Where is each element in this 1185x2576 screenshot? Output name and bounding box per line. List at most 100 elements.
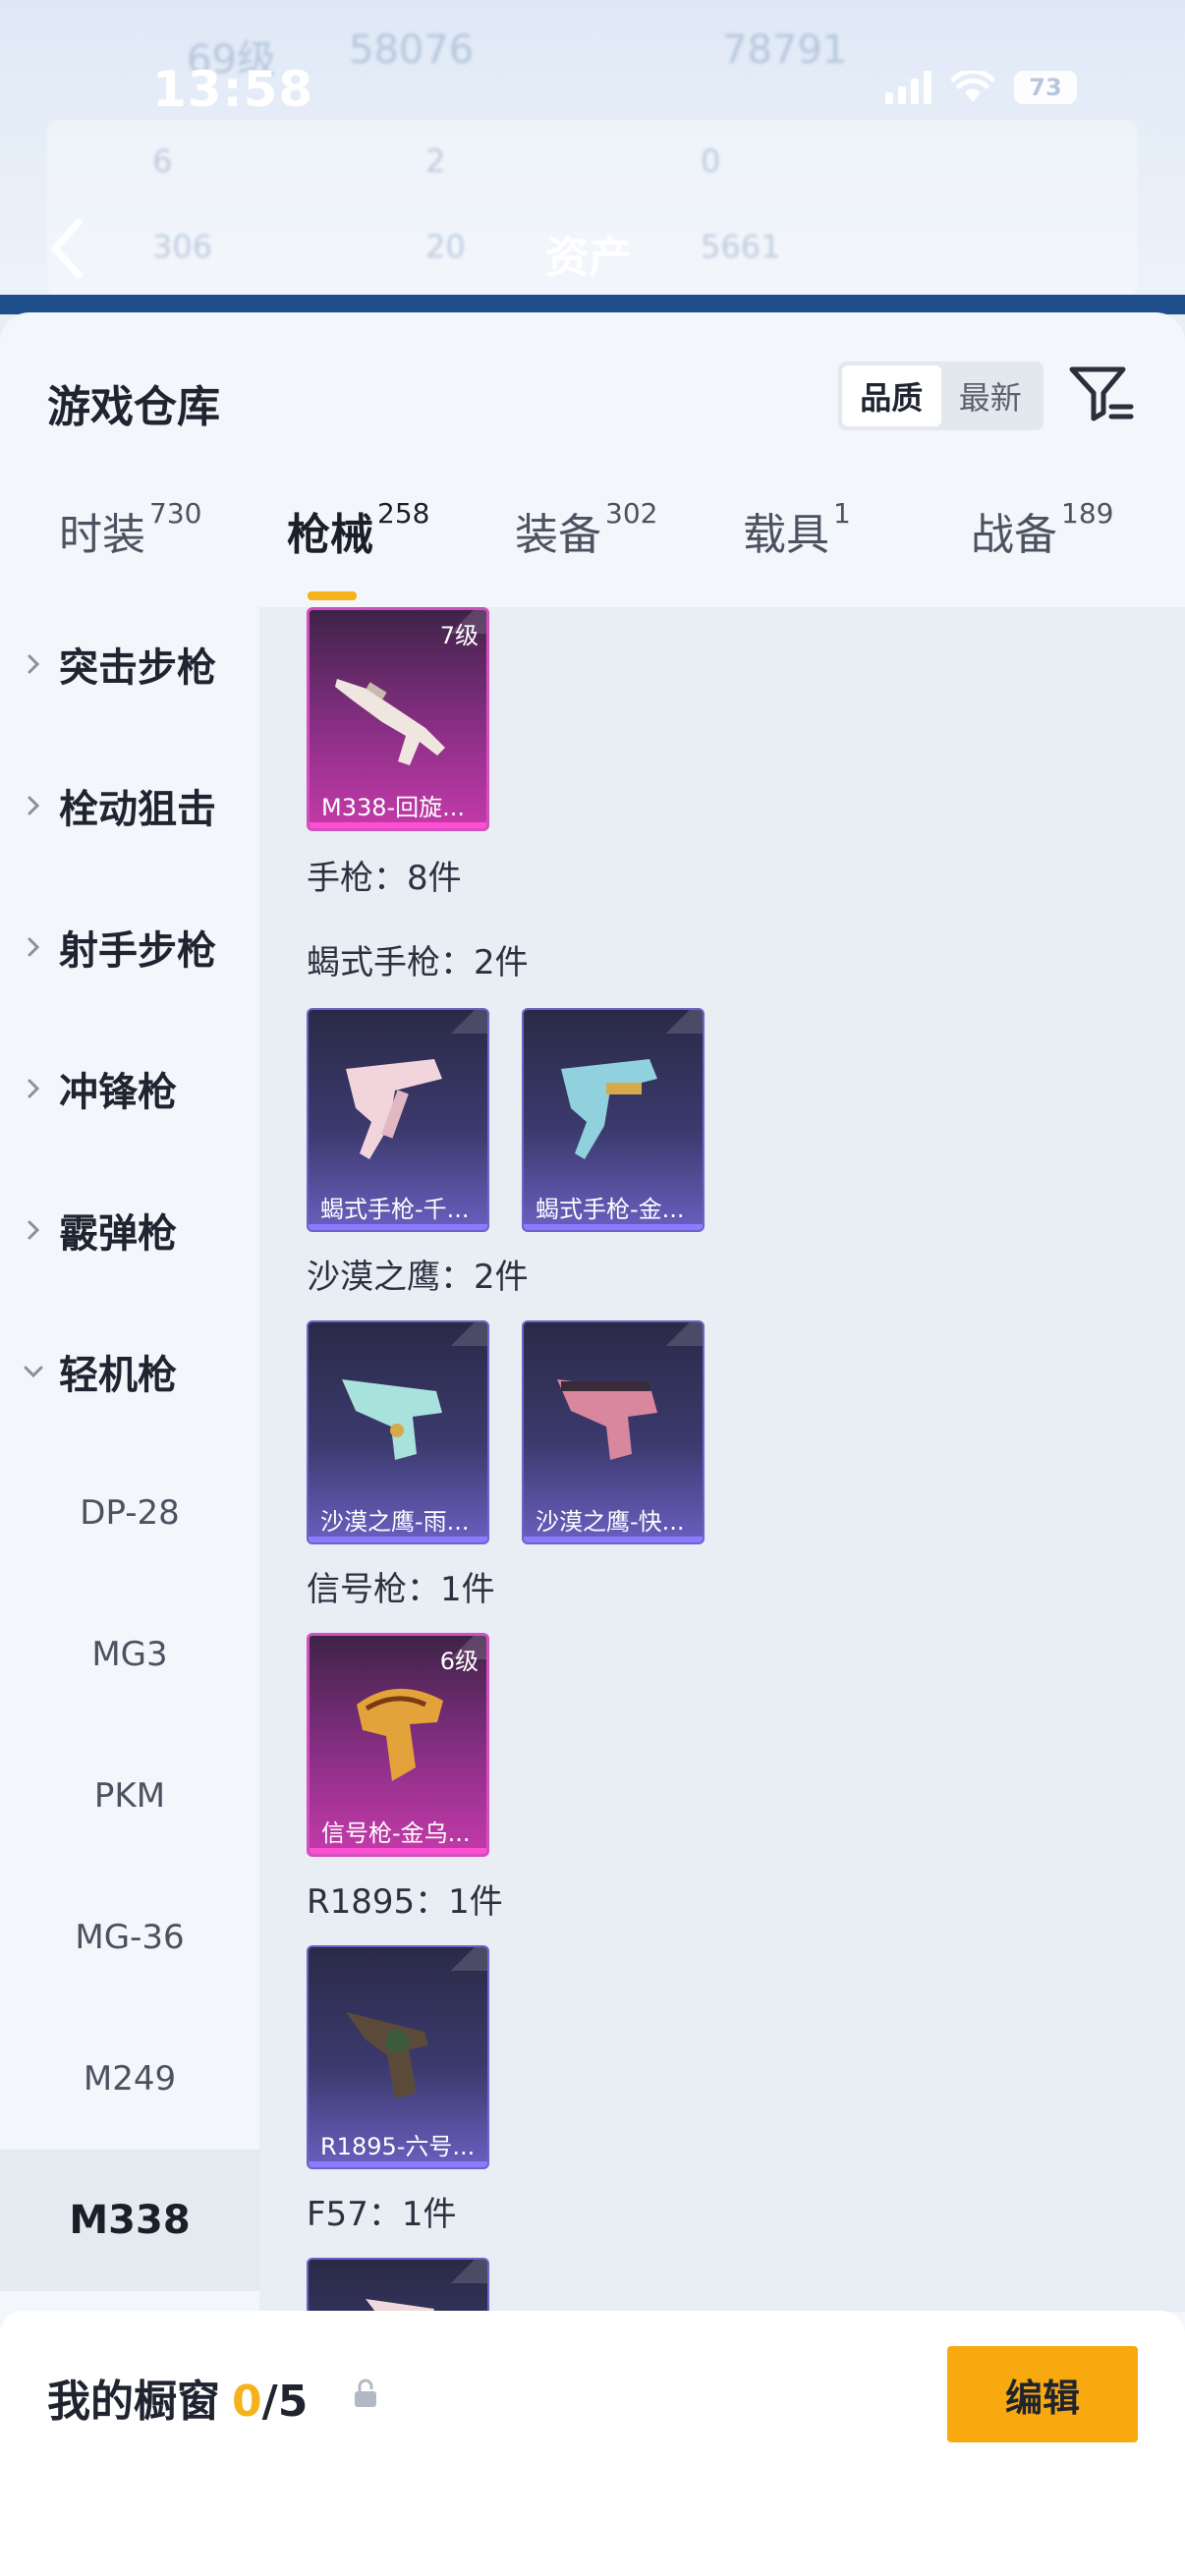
flare-gun-icon: [357, 1688, 443, 1781]
lock-icon: [355, 2379, 376, 2407]
item-name: 沙漠之鹰-快...: [536, 1508, 685, 1536]
ghost-coins: 58076: [349, 28, 475, 73]
tab-vehicles[interactable]: 载具 1: [743, 497, 851, 562]
chevron-right-icon: [28, 1220, 40, 1240]
tab-supplies[interactable]: 战备 189: [971, 497, 1114, 562]
nav-item-m249[interactable]: M249: [0, 2008, 259, 2150]
showcase-total: /5: [261, 2377, 309, 2427]
sort-option-latest[interactable]: 最新: [941, 365, 1041, 426]
nav-category-assault-rifle[interactable]: 突击步枪: [0, 593, 259, 735]
sheet-title: 游戏仓库: [47, 382, 220, 432]
tab-equipment[interactable]: 装备 302: [515, 497, 658, 562]
sort-toggle: 品质 最新: [838, 362, 1044, 430]
ghost-stat-6: 5661: [701, 228, 781, 265]
showcase-current-count: 0: [232, 2377, 262, 2427]
tab-label: 时装: [59, 510, 145, 560]
sort-option-quality[interactable]: 品质: [842, 365, 941, 426]
pistol-icon: [557, 1379, 657, 1460]
ghost-stat-4: 306: [152, 228, 213, 265]
item-level: 7级: [439, 622, 479, 649]
ghost-stat-1: 6: [152, 142, 173, 180]
item-card[interactable]: 沙漠之鹰-雨...: [307, 1320, 489, 1544]
item-card[interactable]: 6级 信号枪-金乌...: [307, 1633, 489, 1857]
chevron-right-icon: [28, 796, 40, 815]
category-tabs: 时装 730 枪械 258 装备 302 载具 1 战备 189: [0, 497, 1185, 607]
filter-icon[interactable]: [1066, 360, 1137, 430]
item-name: 蝎式手枪-千...: [320, 1196, 470, 1223]
nav-category-lmg[interactable]: 轻机枪: [0, 1301, 259, 1442]
nav-item-mg36[interactable]: MG-36: [0, 1867, 259, 2008]
item-card[interactable]: R1895-六号...: [307, 1945, 489, 2169]
ghost-score: 78791: [722, 28, 848, 73]
status-time: 13:58: [152, 61, 314, 118]
card-corner: [438, 1010, 487, 1034]
item-card[interactable]: 7级 M338-回旋...: [307, 607, 489, 831]
nav-category-label: 轻机枪: [59, 1353, 177, 1398]
nav-category-label: 栓动狙击: [59, 787, 216, 832]
section-label: 沙漠之鹰：2件: [307, 1258, 529, 1297]
nav-category-marksman-rifle[interactable]: 射手步枪: [0, 876, 259, 1018]
rarity-bar: [309, 1537, 487, 1542]
tab-fashion[interactable]: 时装 730: [59, 497, 202, 562]
tab-count: 302: [605, 497, 658, 530]
nav-category-label: 霰弹枪: [59, 1211, 177, 1257]
item-card[interactable]: 沙漠之鹰-快...: [522, 1320, 705, 1544]
item-name: 信号枪-金乌...: [321, 1820, 471, 1847]
section-label: 手枪：8件: [307, 859, 462, 898]
tab-label: 装备: [515, 510, 601, 560]
item-name: 蝎式手枪-金...: [536, 1196, 685, 1223]
item-card[interactable]: 蝎式手枪-千...: [307, 1008, 489, 1232]
showcase-bar: 我的橱窗 0 /5 编辑: [0, 2311, 1185, 2576]
edit-button[interactable]: 编辑: [947, 2346, 1138, 2442]
nav-item-mg3[interactable]: MG3: [0, 1584, 259, 1725]
item-name: 沙漠之鹰-雨...: [320, 1508, 470, 1536]
tab-firearms[interactable]: 枪械 258: [287, 497, 430, 562]
nav-category-smg[interactable]: 冲锋枪: [0, 1018, 259, 1159]
section-label: F57：1件: [307, 2195, 457, 2234]
nav-item-pkm[interactable]: PKM: [0, 1725, 259, 1867]
rarity-bar: [309, 2161, 487, 2167]
card-corner: [438, 1322, 487, 1346]
rarity-bar: [310, 822, 486, 828]
rarity-bar: [524, 1224, 703, 1230]
tab-count: 730: [149, 497, 202, 530]
nav-item-dp28[interactable]: DP-28: [0, 1442, 259, 1584]
tab-label: 枪械: [287, 510, 373, 560]
chevron-down-icon: [24, 1366, 43, 1378]
nav-category-shotgun[interactable]: 霰弹枪: [0, 1159, 259, 1301]
tab-label: 载具: [743, 510, 829, 560]
pistol-icon: [561, 1059, 657, 1159]
section-label: 蝎式手枪：2件: [307, 943, 529, 982]
nav-category-label: 冲锋枪: [59, 1070, 177, 1115]
wifi-icon: [950, 69, 995, 104]
showcase-title: 我的橱窗: [47, 2377, 220, 2427]
status-icons: 73: [885, 69, 1077, 104]
item-level: 6级: [439, 1648, 479, 1675]
tab-label: 战备: [971, 510, 1057, 560]
active-tab-indicator: [308, 591, 357, 600]
section-label: R1895：1件: [307, 1882, 503, 1922]
tab-count: 258: [377, 497, 430, 530]
page-title: 资产: [545, 233, 632, 283]
section-label: 信号枪：1件: [307, 1570, 495, 1609]
card-corner: [438, 2260, 487, 2283]
nav-category-bolt-sniper[interactable]: 栓动狙击: [0, 735, 259, 876]
nav-category-label: 射手步枪: [59, 928, 216, 974]
item-name: R1895-六号...: [320, 2133, 476, 2160]
header-blue-strip: [0, 295, 1185, 314]
warehouse-sheet: 游戏仓库 品质 最新 时装 730 枪械 258 装备 302 载具 1 战备 …: [0, 312, 1185, 2576]
showcase-label: 我的橱窗 0 /5: [47, 2366, 308, 2429]
rarity-bar: [524, 1537, 703, 1542]
back-chevron-icon[interactable]: [47, 214, 86, 283]
pistol-icon: [366, 2299, 434, 2312]
nav-item-m338[interactable]: M338: [0, 2150, 259, 2291]
item-card[interactable]: 蝎式手枪-金...: [522, 1008, 705, 1232]
battery-icon: 73: [1014, 71, 1077, 104]
card-corner: [653, 1010, 703, 1034]
tab-count: 189: [1061, 497, 1114, 530]
background-header: 69级 58076 78791 6 2 0 306 20 5661 13:58 …: [0, 0, 1185, 314]
item-name: M338-回旋...: [321, 794, 466, 821]
card-corner: [438, 1947, 487, 1971]
item-card[interactable]: [307, 2258, 489, 2312]
pistol-icon: [342, 1379, 442, 1460]
